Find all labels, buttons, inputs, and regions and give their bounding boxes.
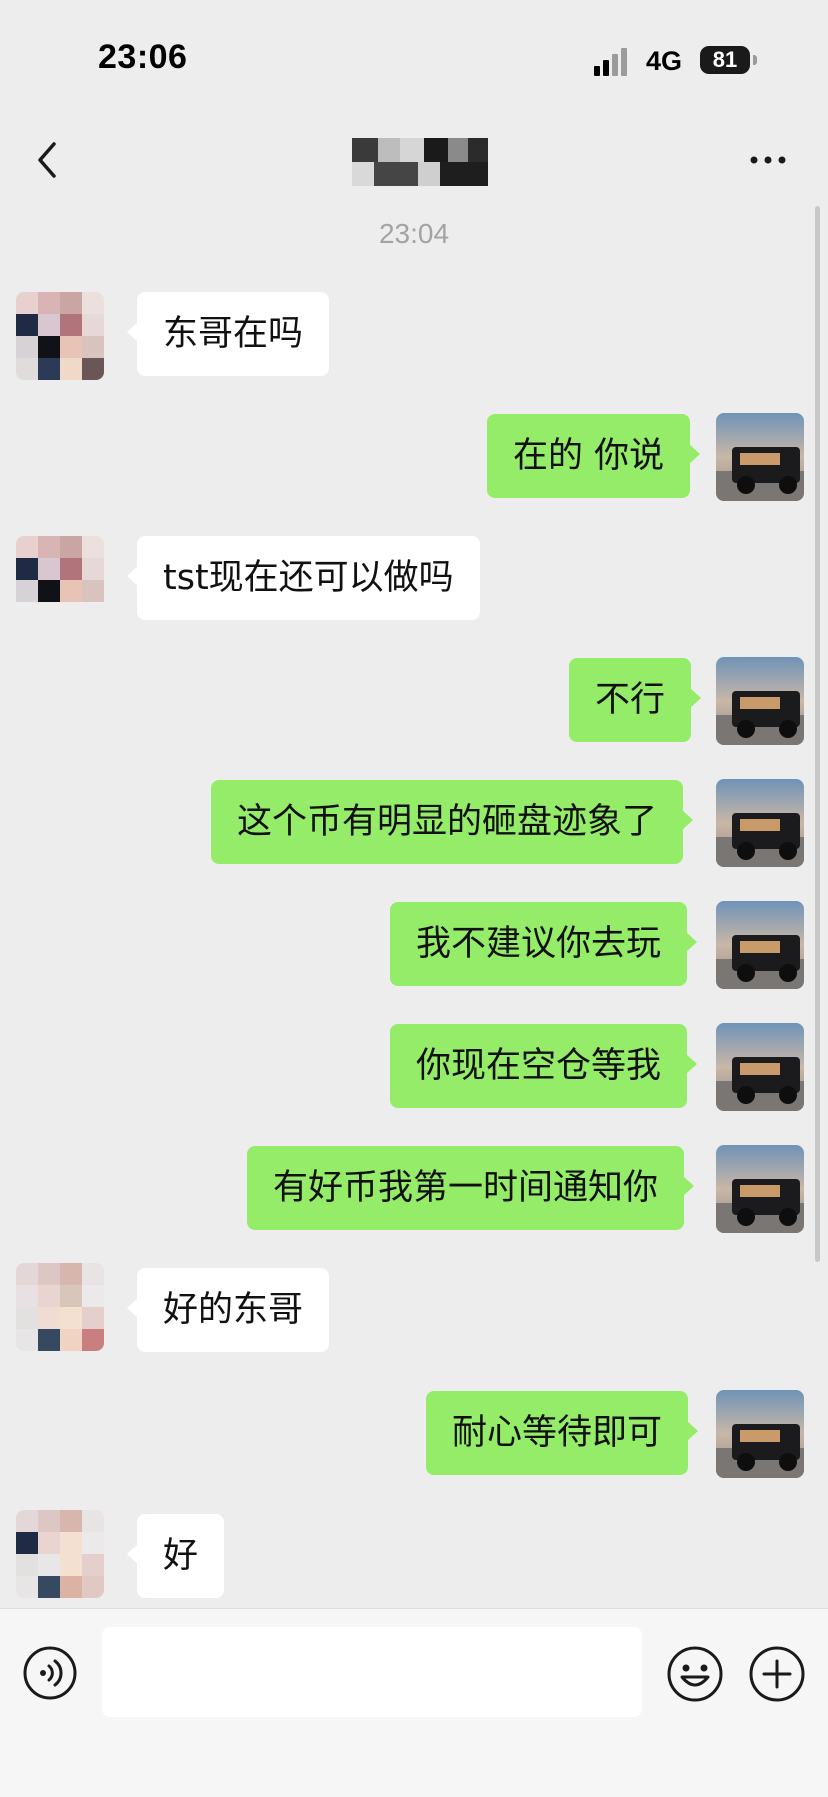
car-avatar-icon (716, 1390, 804, 1478)
outgoing-message-bubble[interactable]: 这个币有明显的砸盘迹象了 (211, 780, 694, 864)
battery-icon: 81 (700, 46, 757, 74)
voice-icon (23, 1646, 77, 1700)
outgoing-message-bubble[interactable]: 你现在空仓等我 (390, 1024, 698, 1108)
voice-input-button[interactable] (22, 1645, 78, 1701)
more-options-button[interactable] (744, 146, 792, 174)
contact-avatar[interactable] (16, 536, 104, 624)
my-avatar[interactable] (716, 1145, 804, 1233)
my-avatar[interactable] (716, 901, 804, 989)
contact-avatar[interactable] (16, 292, 104, 380)
outgoing-message-bubble[interactable]: 有好币我第一时间通知你 (247, 1146, 695, 1230)
chat-title-redacted (352, 138, 488, 186)
chevron-left-icon (38, 142, 56, 178)
my-avatar[interactable] (716, 413, 804, 501)
outgoing-message-bubble[interactable]: 不行 (569, 658, 702, 742)
battery-level: 81 (712, 47, 738, 72)
network-type: 4G (646, 46, 683, 76)
incoming-message-bubble[interactable]: 东哥在吗 (126, 292, 330, 376)
contact-avatar[interactable] (16, 1510, 104, 1598)
message-text: 好的东哥 (163, 1290, 304, 1330)
contact-avatar[interactable] (16, 1263, 104, 1351)
message-text: 东哥在吗 (163, 314, 304, 354)
message-input[interactable] (102, 1627, 642, 1717)
ellipsis-icon (750, 156, 786, 164)
incoming-message-bubble[interactable]: 好 (126, 1514, 225, 1598)
outgoing-message-bubble[interactable]: 耐心等待即可 (426, 1391, 699, 1475)
message-text: tst现在还可以做吗 (163, 558, 454, 598)
my-avatar[interactable] (716, 1390, 804, 1478)
message-text: 不行 (595, 680, 666, 720)
message-text: 在的 你说 (513, 436, 665, 476)
car-avatar-icon (716, 1145, 804, 1233)
emoji-icon (667, 1646, 723, 1702)
message-text: 这个币有明显的砸盘迹象了 (237, 802, 658, 842)
incoming-message-bubble[interactable]: 好的东哥 (126, 1268, 330, 1352)
back-button[interactable] (30, 138, 70, 182)
outgoing-message-bubble[interactable]: 我不建议你去玩 (390, 902, 698, 986)
my-avatar[interactable] (716, 657, 804, 745)
emoji-button[interactable] (666, 1645, 724, 1703)
car-avatar-icon (716, 901, 804, 989)
message-text: 你现在空仓等我 (416, 1046, 662, 1086)
message-text: 耐心等待即可 (452, 1413, 663, 1453)
message-text: 好 (163, 1536, 199, 1576)
car-avatar-icon (716, 413, 804, 501)
cellular-signal-icon (594, 46, 634, 76)
car-avatar-icon (716, 1023, 804, 1111)
more-actions-button[interactable] (748, 1645, 806, 1703)
my-avatar[interactable] (716, 1023, 804, 1111)
scrollbar[interactable] (815, 206, 820, 1262)
message-text: 有好币我第一时间通知你 (273, 1168, 659, 1208)
chat-input-bar (0, 1608, 828, 1797)
message-timestamp: 23:04 (378, 218, 450, 249)
my-avatar[interactable] (716, 779, 804, 867)
message-text: 我不建议你去玩 (416, 924, 662, 964)
status-bar: 23:06 4G 81 (0, 0, 828, 120)
car-avatar-icon (716, 779, 804, 867)
plus-icon (749, 1646, 805, 1702)
outgoing-message-bubble[interactable]: 在的 你说 (487, 414, 701, 498)
incoming-message-bubble[interactable]: tst现在还可以做吗 (127, 536, 480, 620)
status-time: 23:06 (98, 38, 188, 76)
car-avatar-icon (716, 657, 804, 745)
